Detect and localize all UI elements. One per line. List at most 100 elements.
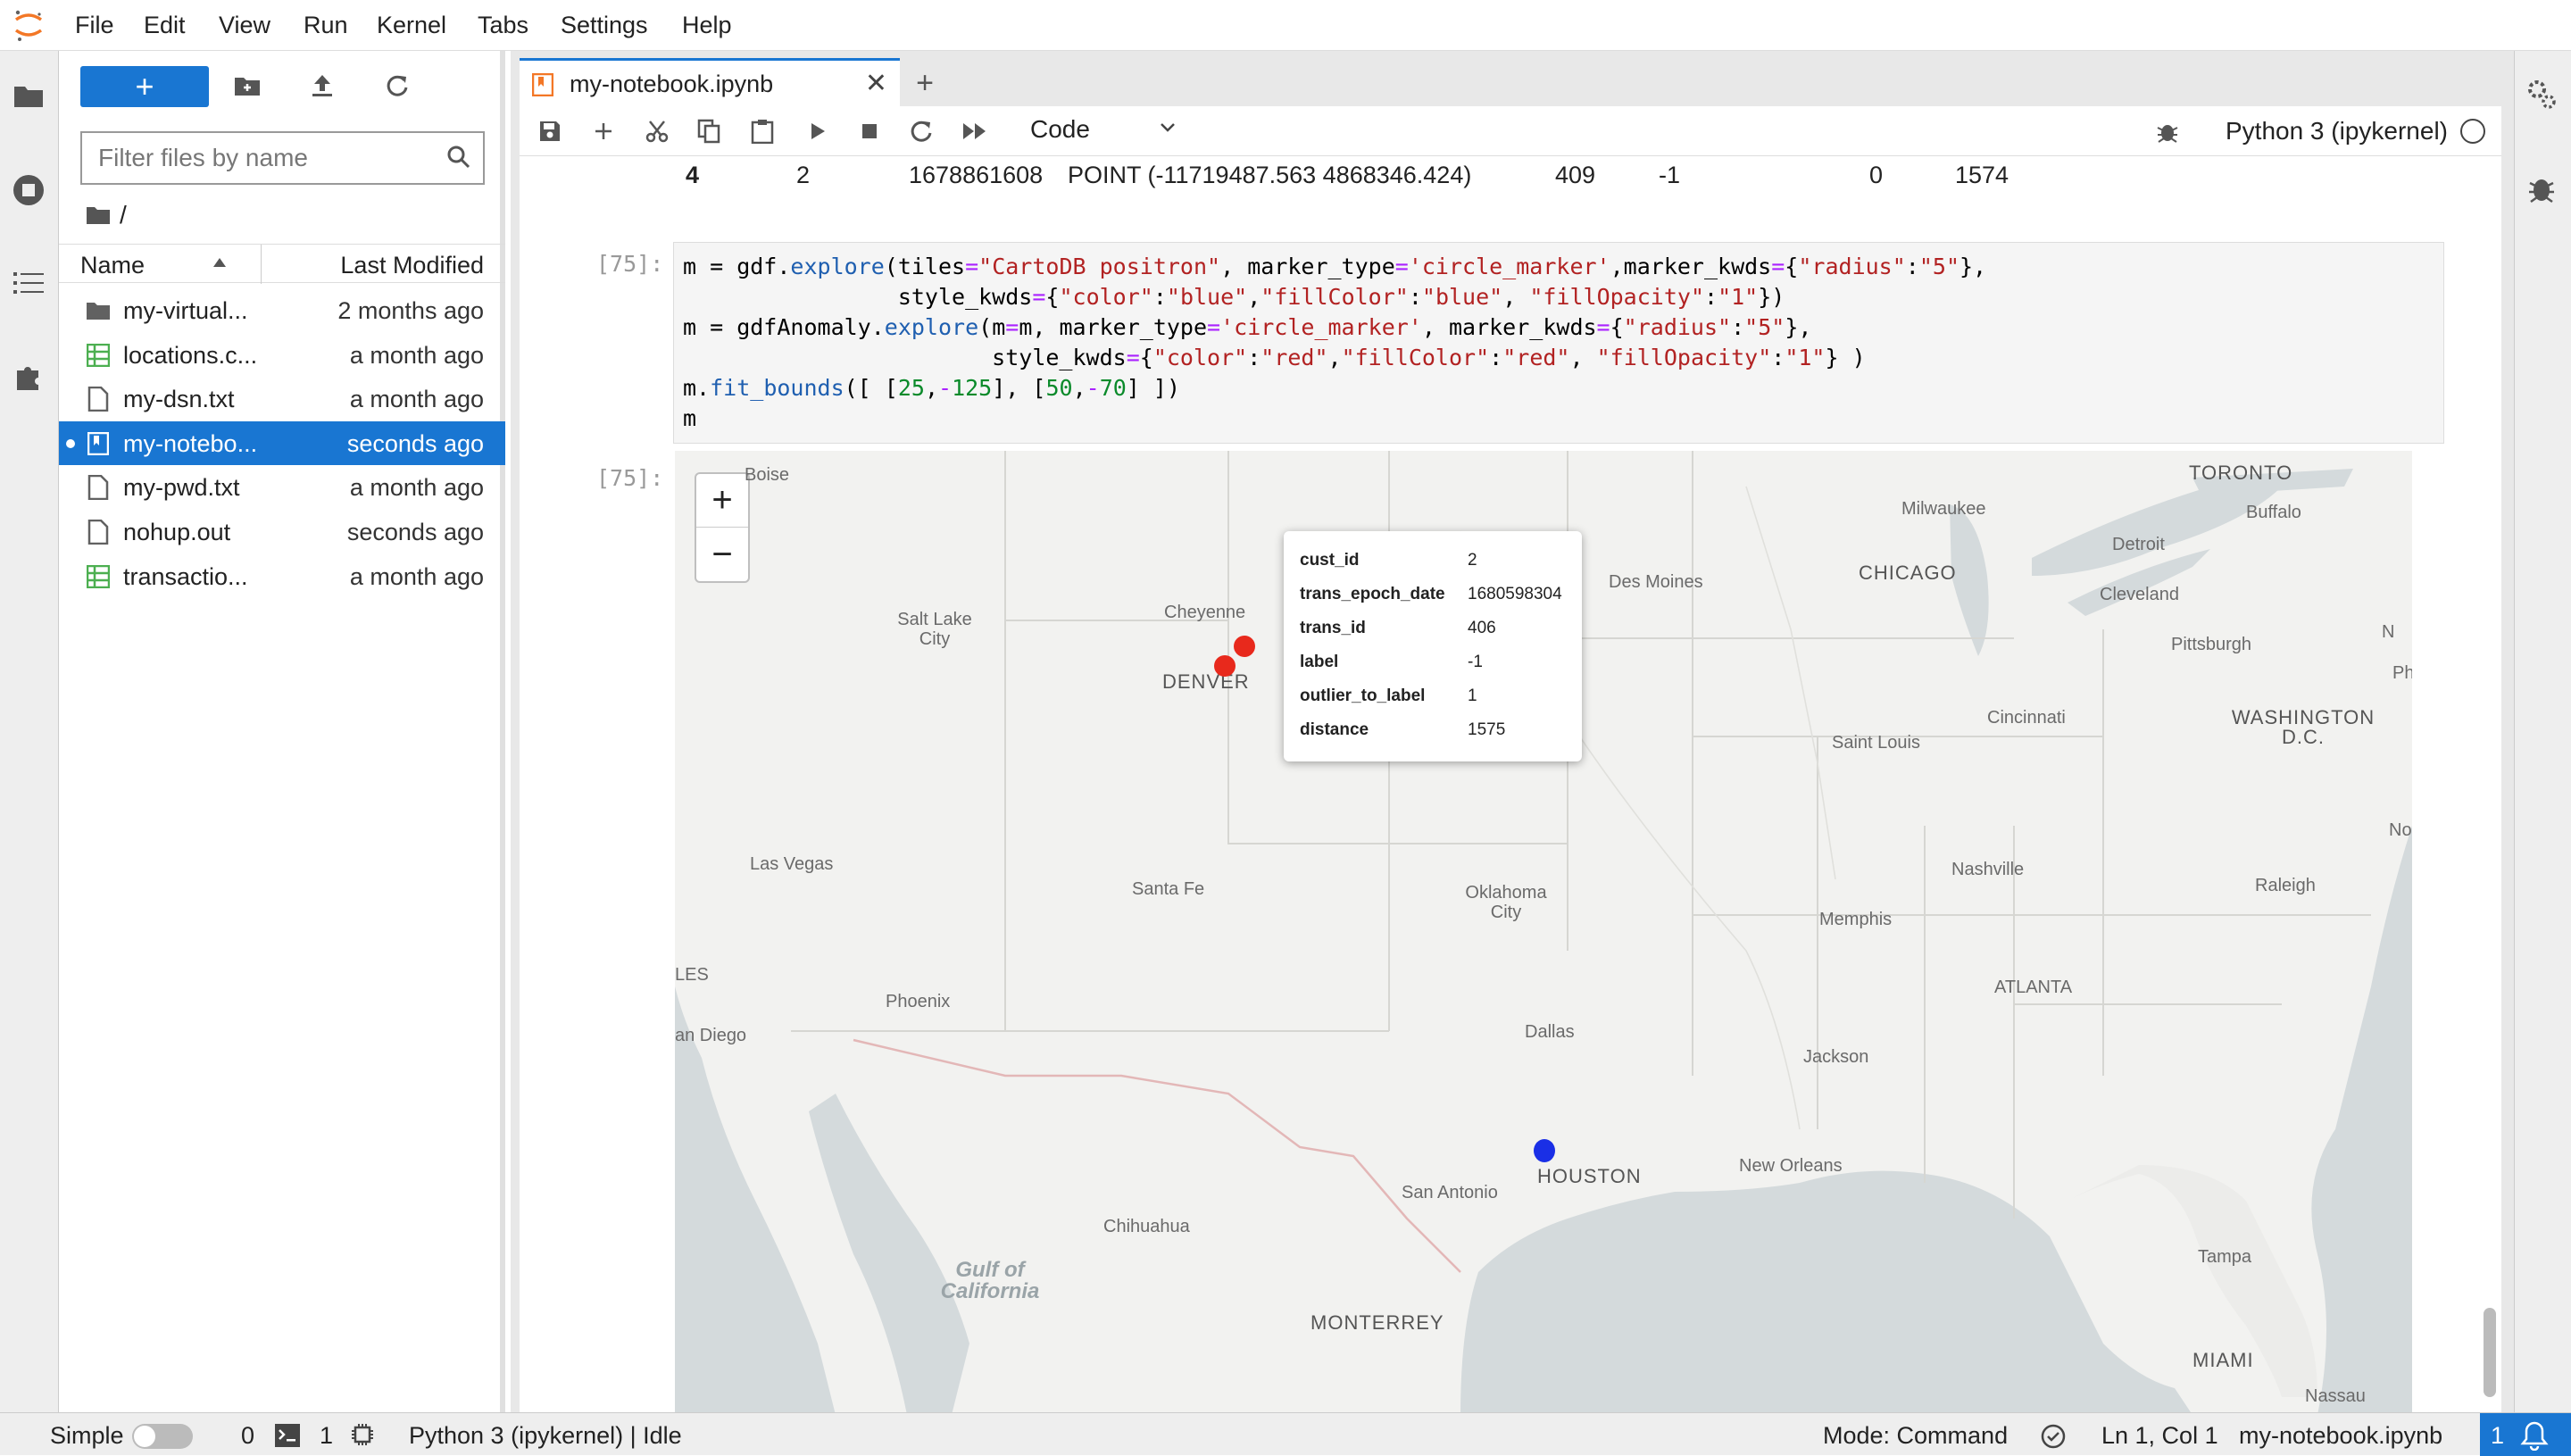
cursor-position[interactable]: Ln 1, Col 1 — [2101, 1422, 2218, 1450]
menu-edit[interactable]: Edit — [144, 12, 186, 39]
tab-title: my-notebook.ipynb — [570, 71, 774, 97]
popup-value: -1 — [1468, 653, 1483, 671]
running-icon[interactable] — [11, 172, 46, 208]
search-icon — [447, 146, 470, 169]
transaction-marker[interactable] — [1534, 1139, 1555, 1162]
file-row[interactable]: my-notebo... seconds ago — [59, 420, 505, 465]
table-icon — [86, 343, 111, 368]
breadcrumb-root[interactable]: / — [120, 201, 127, 229]
filter-input[interactable] — [82, 133, 439, 183]
city-label: Nashville — [1951, 860, 2025, 879]
popup-key: distance — [1300, 720, 1369, 739]
city-label: Cincinnati — [1987, 708, 2066, 728]
extension-icon[interactable] — [11, 359, 46, 395]
zoom-out-button[interactable]: − — [696, 528, 748, 581]
city-label: Jackson — [1803, 1047, 1869, 1067]
property-inspector-icon[interactable] — [2525, 78, 2559, 116]
file-row[interactable]: my-virtual... 2 months ago — [59, 288, 505, 332]
close-icon[interactable]: ✕ — [865, 68, 887, 99]
menu-kernel[interactable]: Kernel — [377, 12, 446, 39]
breadcrumb: / — [86, 201, 127, 229]
debugger-icon[interactable] — [2527, 172, 2556, 209]
menu-help[interactable]: Help — [682, 12, 732, 39]
city-label: Santa Fe — [1132, 879, 1205, 899]
city-label: Memphis — [1819, 910, 1893, 929]
add-tab-button[interactable]: + — [907, 65, 943, 101]
cut-icon[interactable] — [643, 117, 671, 146]
city-label: Detroit — [2112, 535, 2165, 554]
folium-map[interactable]: + − Boise Milwaukee TORONTO Buffalo Detroit C… — [675, 451, 2412, 1412]
trust-icon[interactable] — [2041, 1424, 2066, 1449]
output-prompt: [75]: — [596, 465, 664, 491]
anomaly-marker[interactable] — [1234, 636, 1255, 657]
column-last-modified[interactable]: Last Modified — [340, 252, 484, 279]
folder-icon — [86, 298, 111, 323]
new-launcher-button[interactable]: + — [80, 66, 209, 107]
restart-run-all-icon[interactable] — [961, 117, 989, 146]
popup-row: label -1 — [1300, 645, 1562, 679]
city-label: Chihuahua — [1103, 1217, 1190, 1236]
popup-row: outlier_to_label 1 — [1300, 679, 1562, 713]
folder-icon[interactable] — [86, 205, 111, 225]
menu-run[interactable]: Run — [304, 12, 348, 39]
popup-value: 406 — [1468, 619, 1496, 637]
file-row[interactable]: nohup.out seconds ago — [59, 510, 505, 553]
bell-icon — [2520, 1421, 2549, 1451]
cell-type-select[interactable]: Code — [1030, 115, 1175, 144]
simple-mode-toggle[interactable] — [132, 1424, 193, 1449]
code-cell-editor[interactable]: m = gdf.explore(tiles="CartoDB positron"… — [673, 242, 2444, 444]
terminal-count[interactable]: 0 — [241, 1422, 254, 1450]
anomaly-marker[interactable] — [1214, 655, 1236, 677]
file-row[interactable]: my-dsn.txt a month ago — [59, 377, 505, 420]
tab-notebook[interactable]: my-notebook.ipynb ✕ — [520, 58, 900, 106]
menu-settings[interactable]: Settings — [561, 12, 648, 39]
file-row[interactable]: locations.c... a month ago — [59, 333, 505, 377]
table-cell: 1574 — [1955, 162, 2009, 188]
file-name: my-virtual... — [123, 297, 248, 324]
city-label: Philade — [2392, 663, 2412, 683]
zoom-in-button[interactable]: + — [696, 474, 748, 528]
copy-icon[interactable] — [695, 117, 723, 146]
zoom-control: + − — [695, 472, 750, 583]
paste-icon[interactable] — [748, 117, 777, 146]
city-label: ATLANTA — [1994, 978, 2073, 997]
kernel-status-icon — [2460, 119, 2485, 144]
popup-row: trans_epoch_date 1680598304 — [1300, 578, 1562, 612]
notebook-scrollbar[interactable] — [2484, 1308, 2496, 1397]
table-icon — [86, 564, 111, 589]
left-activity-bar — [0, 51, 59, 1412]
city-label: Gulf of California — [940, 1258, 1040, 1303]
save-icon[interactable] — [536, 117, 564, 146]
column-name[interactable]: Name — [80, 252, 145, 279]
menu-view[interactable]: View — [219, 12, 270, 39]
city-label: Boise — [745, 465, 790, 485]
debugger-icon[interactable] — [2155, 119, 2180, 144]
file-row[interactable]: my-pwd.txt a month ago — [59, 465, 505, 509]
kernel-count[interactable]: 1 — [320, 1422, 333, 1450]
folder-icon[interactable] — [11, 78, 46, 113]
notification-button[interactable]: 1 — [2480, 1413, 2571, 1456]
tab-bar: my-notebook.ipynb ✕ + — [511, 51, 2514, 106]
menu-tabs[interactable]: Tabs — [478, 12, 528, 39]
kernel-status-text[interactable]: Python 3 (ipykernel) | Idle — [409, 1422, 682, 1450]
upload-icon[interactable] — [307, 71, 337, 101]
restart-icon[interactable] — [907, 117, 936, 146]
table-of-contents-icon[interactable] — [11, 265, 46, 301]
popup-value: 1575 — [1468, 720, 1506, 739]
popup-key: trans_id — [1300, 619, 1366, 637]
kernel-name[interactable]: Python 3 (ipykernel) — [2226, 117, 2448, 146]
new-folder-icon[interactable] — [232, 71, 262, 101]
stop-icon[interactable] — [855, 117, 884, 146]
refresh-icon[interactable] — [382, 71, 412, 101]
kernel-icon — [352, 1424, 373, 1445]
city-label: Phoenix — [886, 992, 951, 1011]
run-icon[interactable] — [803, 117, 832, 146]
menu-file[interactable]: File — [75, 12, 114, 39]
table-cell: 0 — [1869, 162, 1884, 188]
table-cell: 1678861608 — [909, 162, 1044, 188]
table-cell: 2 — [796, 162, 811, 188]
insert-cell-icon[interactable] — [589, 117, 618, 146]
city-label: an Diego — [675, 1026, 747, 1045]
file-row[interactable]: transactio... a month ago — [59, 554, 505, 598]
city-label: Norfolk — [2389, 820, 2412, 840]
